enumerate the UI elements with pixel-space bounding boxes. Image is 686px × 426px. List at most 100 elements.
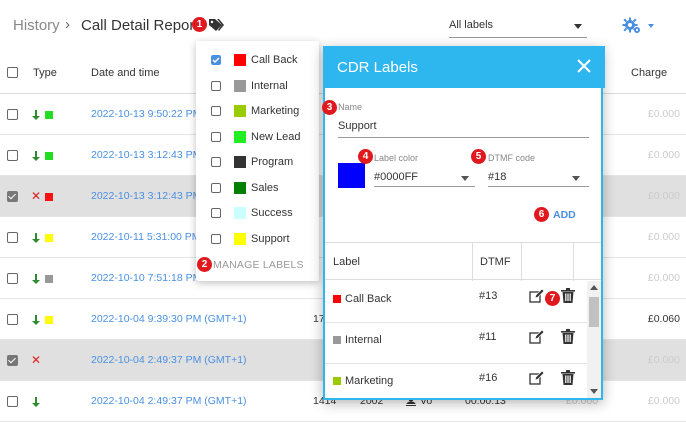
label-row-name: Marketing xyxy=(345,375,394,387)
label-option[interactable]: Internal xyxy=(196,74,319,99)
label-option-text: Marketing xyxy=(251,105,300,117)
row-charge: £0.000 xyxy=(647,272,680,284)
row-label-swatch xyxy=(45,316,53,324)
row-datetime-link[interactable]: 2022-10-04 2:49:37 PM (GMT+1) xyxy=(91,395,247,407)
label-color-select[interactable]: #0000FF xyxy=(374,171,418,183)
color-swatch[interactable] xyxy=(338,163,365,188)
label-row-name: Internal xyxy=(345,334,382,346)
labels-table-header: Label DTMF xyxy=(325,242,601,281)
label-option-checkbox[interactable] xyxy=(211,233,221,244)
label-option[interactable]: Marketing xyxy=(196,99,319,124)
row-checkbox[interactable] xyxy=(7,109,18,120)
label-color-swatch xyxy=(333,377,341,385)
labels-dropdown: Call Back Internal Marketing New Lead Progra… xyxy=(196,41,319,281)
label-option-text: Sales xyxy=(251,181,279,194)
column-type[interactable]: Type xyxy=(33,67,57,79)
label-option-checkbox[interactable] xyxy=(211,157,221,167)
label-color-swatch xyxy=(333,295,341,303)
trash-icon[interactable] xyxy=(561,329,575,344)
chevron-down-icon xyxy=(648,24,654,28)
row-label-swatch xyxy=(45,193,53,201)
row-checkbox[interactable] xyxy=(7,314,18,325)
incoming-call-icon xyxy=(32,233,40,243)
step-badge: 2 xyxy=(197,257,212,272)
column-divider xyxy=(573,243,574,281)
label-color-swatch xyxy=(234,105,246,117)
dtmf-select-underline xyxy=(488,186,589,187)
page-header: History › Call Detail Report All labels xyxy=(0,0,686,52)
step-badge: 1 xyxy=(192,17,207,32)
edit-icon[interactable] xyxy=(529,289,544,304)
row-datetime-link[interactable]: 2022-10-13 3:12:43 PM xyxy=(91,149,201,161)
label-option[interactable]: New Lead xyxy=(196,125,319,150)
manage-labels-link[interactable]: MANAGE LABELS xyxy=(213,259,304,271)
label-option[interactable]: Program xyxy=(196,150,319,175)
row-datetime-link[interactable]: 2022-10-11 5:31:00 PM xyxy=(91,231,201,243)
chevron-down-icon xyxy=(461,176,469,181)
row-datetime-link[interactable]: 2022-10-04 9:39:30 PM (GMT+1) xyxy=(91,313,247,325)
labels-scrollbar[interactable] xyxy=(587,281,601,398)
row-charge: £0.000 xyxy=(647,354,680,366)
row-checkbox[interactable] xyxy=(7,273,18,284)
label-option-checkbox[interactable] xyxy=(211,80,221,91)
label-option[interactable]: Sales xyxy=(196,176,319,201)
column-datetime[interactable]: Date and time xyxy=(91,67,159,79)
scroll-thumb[interactable] xyxy=(589,297,599,327)
row-checkbox[interactable] xyxy=(7,396,18,407)
row-datetime-link[interactable]: 2022-10-10 7:51:18 PM xyxy=(91,272,201,284)
label-row: Internal #11 xyxy=(325,322,587,364)
label-option-checkbox[interactable] xyxy=(211,106,221,116)
row-label-swatch xyxy=(45,234,53,242)
label-option-checkbox[interactable] xyxy=(211,131,221,142)
incoming-call-icon xyxy=(32,397,40,407)
column-charge[interactable]: Charge xyxy=(631,67,667,79)
label-option-checkbox[interactable] xyxy=(211,208,221,218)
incoming-call-icon xyxy=(32,110,40,120)
label-option-text: Success xyxy=(251,207,293,219)
label-option[interactable]: Support xyxy=(196,227,319,252)
scroll-up-arrow[interactable] xyxy=(590,285,598,290)
tags-icon[interactable] xyxy=(208,18,224,32)
step-badge: 7 xyxy=(545,291,560,306)
scroll-down-arrow[interactable] xyxy=(590,389,598,394)
row-charge: £0.000 xyxy=(647,190,680,202)
breadcrumb-history[interactable]: History xyxy=(13,17,60,34)
step-badge: 6 xyxy=(534,207,549,222)
row-datetime-link[interactable]: 2022-10-13 9:50:22 PM xyxy=(91,108,201,120)
trash-icon[interactable] xyxy=(561,370,575,385)
label-option-checkbox[interactable] xyxy=(211,182,221,193)
label-row-dtmf: #11 xyxy=(479,331,497,343)
label-color-swatch xyxy=(234,54,246,66)
edit-icon[interactable] xyxy=(529,371,544,386)
labels-filter-select[interactable]: All labels xyxy=(449,14,587,38)
row-checkbox[interactable] xyxy=(7,150,18,161)
row-checkbox[interactable] xyxy=(7,355,18,366)
label-color-swatch xyxy=(234,79,246,92)
row-checkbox[interactable] xyxy=(7,232,18,243)
breadcrumb-separator: › xyxy=(65,16,70,33)
color-select-underline xyxy=(374,186,475,187)
labels-filter-value: All labels xyxy=(449,19,494,31)
label-option-text: Internal xyxy=(251,79,288,92)
row-label-swatch xyxy=(45,111,53,119)
label-row-dtmf: #13 xyxy=(479,290,498,302)
select-all-checkbox[interactable] xyxy=(7,67,18,78)
row-label-swatch xyxy=(45,275,53,283)
row-datetime-link[interactable]: 2022-10-04 2:49:37 PM (GMT+1) xyxy=(91,354,247,366)
row-charge: £0.000 xyxy=(647,149,680,161)
settings-menu-button[interactable] xyxy=(622,16,658,36)
add-label-button[interactable]: ADD xyxy=(553,209,576,221)
close-icon[interactable] xyxy=(576,58,592,74)
dtmf-field-label: DTMF code xyxy=(488,153,536,163)
row-checkbox[interactable] xyxy=(7,191,18,202)
label-option[interactable]: Call Back xyxy=(196,48,319,73)
label-color-swatch xyxy=(234,232,246,245)
label-option[interactable]: Success xyxy=(196,201,319,226)
column-label: Label xyxy=(333,256,360,268)
trash-icon[interactable] xyxy=(561,288,575,303)
row-datetime-link[interactable]: 2022-10-13 3:12:43 PM xyxy=(91,190,201,202)
label-option-checkbox[interactable] xyxy=(211,55,221,65)
edit-icon[interactable] xyxy=(529,330,544,345)
dtmf-select[interactable]: #18 xyxy=(488,171,506,183)
name-input[interactable]: Support xyxy=(338,120,377,132)
